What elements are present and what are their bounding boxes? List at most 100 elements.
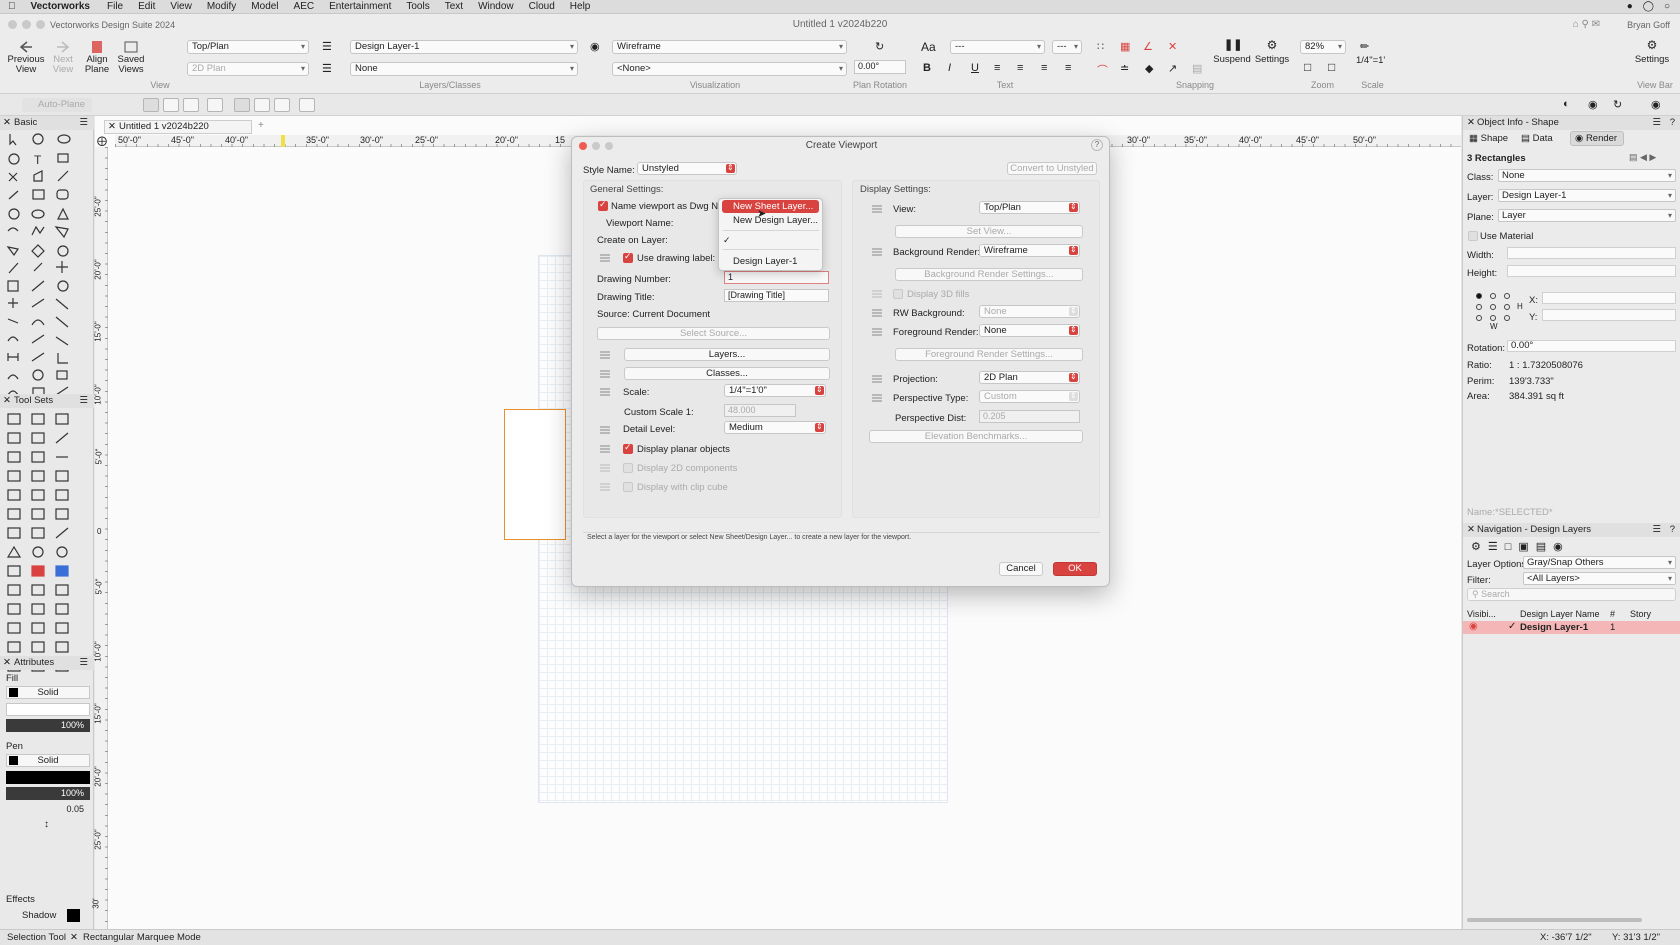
document-tab[interactable]: ✕ Untitled 1 v2024b220 [104,120,252,134]
select-source-button[interactable]: Select Source... [597,327,830,340]
menu-view[interactable]: View [170,1,192,12]
snap-distance-icon[interactable]: ⌒ [1097,62,1108,78]
zoom-fit-icon[interactable]: □ [1304,60,1311,74]
perspective-dist-input[interactable]: 0.205 [979,410,1080,423]
snap-tangent-icon[interactable]: ≐ [1120,62,1129,75]
layers-button[interactable]: Layers... [624,348,830,361]
mode-rotate-icon[interactable] [207,98,223,112]
render-options-icon[interactable]: ◉ [1651,98,1661,111]
zoom-window-icon[interactable] [36,20,45,29]
detail-level-select[interactable]: Medium [724,421,826,434]
filter-select[interactable]: <All Layers> [1523,572,1676,585]
mode-single-icon[interactable] [163,98,179,112]
menu-file[interactable]: File [107,1,123,12]
view-bar-settings-button[interactable]: ⚙ Settings [1630,39,1674,65]
pen-color-swatch[interactable] [9,756,18,765]
horizontal-scrollbar[interactable] [1467,918,1642,922]
fill-style-select[interactable]: Solid [6,686,90,699]
search-input[interactable]: ⚲ Search [1467,588,1676,601]
layer-select[interactable]: Design Layer-1 [350,40,578,54]
display-2d-checkbox[interactable] [623,463,633,473]
align-right-icon[interactable]: ≡ [1041,62,1047,74]
layer-row[interactable]: ◉ ✓ Design Layer-1 1 [1463,621,1680,634]
menu-icon[interactable]: ☰ [79,656,88,670]
snap-grid-icon[interactable]: ∷ [1097,40,1104,53]
menu-model[interactable]: Model [251,1,278,12]
display-clip-checkbox[interactable] [623,482,633,492]
shadow-color-swatch[interactable] [67,909,80,922]
lock-icon[interactable] [870,288,884,300]
ruler-origin-icon[interactable]: ⨁ [97,136,107,147]
fill-opacity-slider[interactable]: 100% [6,719,90,732]
plan-rotation-field[interactable]: 0.00° [854,60,906,74]
menu-tools[interactable]: Tools [406,1,429,12]
siri-icon[interactable]: ○ [1664,1,1670,12]
lock-icon[interactable] [598,481,612,493]
render-icon[interactable]: ◉ [590,40,600,53]
lock-icon[interactable] [598,252,612,264]
auto-plane-button[interactable]: Auto-Plane [22,98,92,112]
fg-render-settings-button[interactable]: Foreground Render Settings... [895,348,1083,361]
set-view-button[interactable]: Set View... [895,225,1083,238]
width-input[interactable] [1507,247,1676,259]
view-select[interactable]: Top/Plan [979,201,1080,214]
menu-help[interactable]: Help [570,1,591,12]
menu-item-design-layer-1[interactable]: Design Layer-1 [722,255,819,268]
snap-edge-icon[interactable]: ↗ [1168,62,1177,75]
lock-icon[interactable] [598,424,612,436]
font-icon[interactable]: Aa [921,40,936,54]
view-select[interactable]: Top/Plan [187,40,309,54]
lock-icon[interactable] [598,349,612,361]
close-icon[interactable]: ✕ [1467,116,1475,130]
class-select[interactable]: None [350,62,578,76]
rw-background-select[interactable]: None [979,305,1080,318]
lock-icon[interactable] [870,326,884,338]
close-tab-icon[interactable]: ✕ [108,121,116,133]
mode-multi-icon[interactable] [183,98,199,112]
projection-select[interactable]: <None> [612,62,847,76]
y-input[interactable] [1542,309,1676,321]
mode-lasso-icon[interactable] [254,98,270,112]
height-input[interactable] [1507,265,1676,277]
menu-window[interactable]: Window [478,1,514,12]
snap-angle-icon[interactable]: ∠ [1143,40,1153,53]
align-left-icon[interactable]: ≡ [994,62,1000,74]
pen-opacity-slider[interactable]: 100% [6,787,90,800]
menu-icon[interactable]: ☰ [79,116,88,130]
snap-surface-icon[interactable]: ▤ [1192,62,1202,75]
navigation-tabs-icons[interactable]: ⚙☰□▣▤◉ [1471,540,1570,553]
use-material-checkbox[interactable] [1468,231,1478,241]
bold-icon[interactable]: B [923,62,931,74]
scale-value[interactable]: 1/4"=1' [1356,55,1385,66]
drawing-title-input[interactable]: [Drawing Title] [724,289,829,302]
snap-intersection-icon[interactable]: ✕ [1168,40,1177,53]
lock-icon[interactable] [870,373,884,385]
render-mode-select[interactable]: Wireframe [612,40,847,54]
menu-icon[interactable]: ☰ [1652,116,1661,130]
col-story[interactable]: Story [1630,609,1651,619]
line-weight-select[interactable]: 0.05 [6,803,90,816]
perspective-type-select[interactable]: Custom [979,390,1080,403]
italic-icon[interactable]: I [948,62,951,74]
menu-icon[interactable]: ☰ [1652,523,1661,537]
close-icon[interactable]: ✕ [3,656,11,670]
drawing-number-input[interactable]: 1 [724,271,829,284]
tab-shape[interactable]: ▦ Shape [1469,133,1508,144]
custom-scale-input[interactable]: 48.000 [724,404,796,417]
display-3d-fills-checkbox[interactable] [893,289,903,299]
fg-render-select[interactable]: None [979,324,1080,337]
minimize-window-icon[interactable] [22,20,31,29]
scale-select[interactable]: 1/4"=1'0" [724,384,826,397]
menu-entertainment[interactable]: Entertainment [329,1,391,12]
projection-select[interactable]: 2D Plan [979,371,1080,384]
display-planar-checkbox[interactable] [623,442,633,454]
fill-color-swatch[interactable] [9,688,18,697]
tab-data[interactable]: ▤ Data [1521,133,1553,144]
col-design-layer-name[interactable]: Design Layer Name [1520,609,1600,619]
close-window-icon[interactable] [8,20,17,29]
selected-rectangle[interactable] [504,409,566,540]
lock-icon[interactable] [870,307,884,319]
mode-settings-icon[interactable] [299,98,315,112]
fill-pattern-swatch[interactable] [6,703,90,716]
menu-aec[interactable]: AEC [294,1,315,12]
